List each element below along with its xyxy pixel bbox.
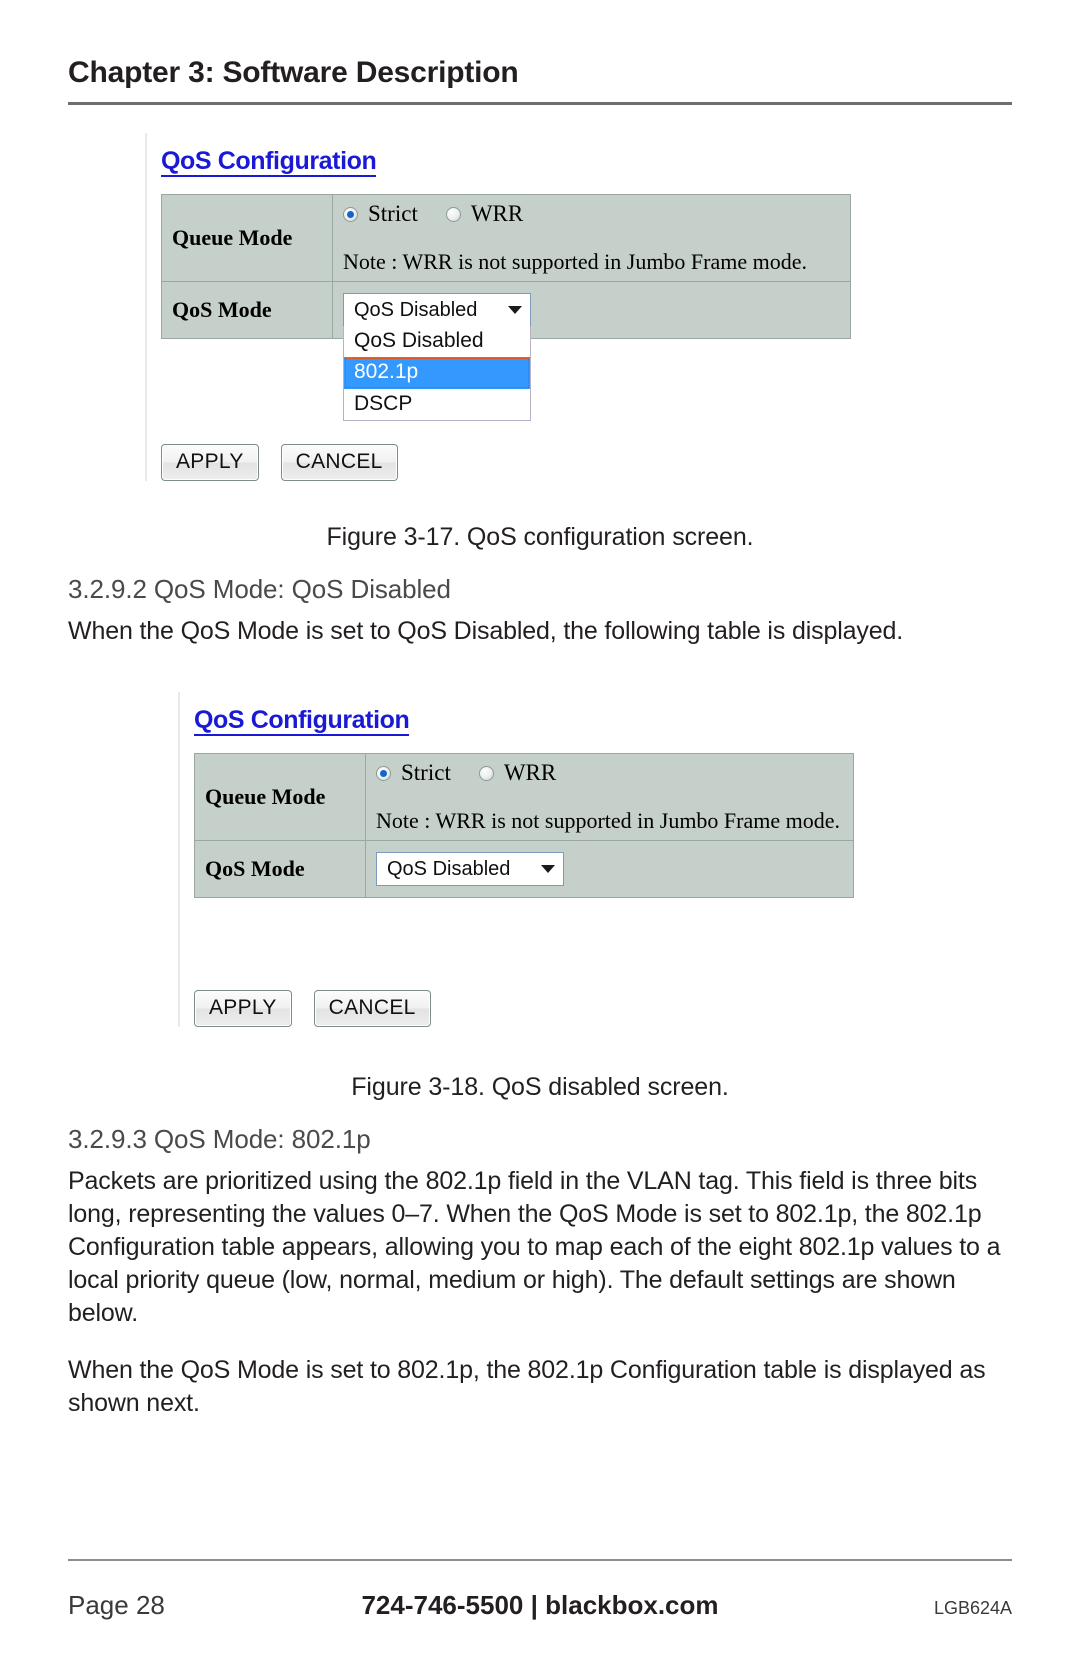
footer-separator: | xyxy=(530,1590,538,1620)
cancel-button-2[interactable]: CANCEL xyxy=(313,990,431,1027)
radio-wrr-icon-1[interactable] xyxy=(445,206,461,222)
section-3-2-9-3-paragraph-2: When the QoS Mode is set to 802.1p, the … xyxy=(68,1356,986,1417)
figure-3-17-caption: Figure 3-17. QoS configuration screen. xyxy=(326,523,754,551)
figure-3-18-caption: Figure 3-18. QoS disabled screen. xyxy=(351,1073,729,1101)
qos-configuration-title-2: QoS Configuration xyxy=(194,706,410,736)
queue-mode-note-2: Note : WRR is not supported in Jumbo Fra… xyxy=(376,808,841,833)
cancel-button-1[interactable]: CANCEL xyxy=(280,444,398,481)
radio-wrr-icon-2[interactable] xyxy=(478,765,494,781)
section-3-2-9-2-paragraph: When the QoS Mode is set to QoS Disabled… xyxy=(68,617,904,645)
chapter-heading: Chapter 3: Software Description xyxy=(68,56,519,89)
radio-strict-icon-2[interactable] xyxy=(376,765,391,781)
footer-phone: 724-746-5500 xyxy=(361,1590,524,1620)
queue-mode-value-1: Strict WRR Note : WRR is not supported i… xyxy=(332,194,851,282)
dropdown-option-qos-disabled[interactable]: QoS Disabled xyxy=(344,326,530,357)
footer-divider xyxy=(68,1559,1012,1561)
dropdown-option-8021p[interactable]: 802.1p xyxy=(344,357,530,389)
queue-mode-note-1: Note : WRR is not supported in Jumbo Fra… xyxy=(343,249,808,274)
figure-2-button-row: APPLY CANCEL xyxy=(194,990,968,1027)
qos-mode-selected-value-1: QoS Disabled xyxy=(354,298,478,321)
qos-config-table-2: Queue Mode Strict WRR Note : WRR is not … xyxy=(194,753,854,898)
figure-1-button-row: APPLY CANCEL xyxy=(161,444,935,481)
apply-button-1[interactable]: APPLY xyxy=(161,444,259,481)
table-row-qos-mode-1: QoS Mode QoS Disabled QoS Disabled 802.1… xyxy=(161,281,851,421)
figure-3-18-screenshot: QoS Configuration Queue Mode Strict WRR … xyxy=(178,692,968,1027)
queue-mode-label-1: Queue Mode xyxy=(161,194,333,282)
chevron-down-icon-1[interactable] xyxy=(508,306,522,314)
dropdown-option-dscp[interactable]: DSCP xyxy=(344,389,530,420)
qos-mode-label-2: QoS Mode xyxy=(194,840,366,898)
footer-page-number: Page 28 xyxy=(68,1590,165,1620)
qos-mode-value-1: QoS Disabled QoS Disabled 802.1p DSCP xyxy=(332,281,851,421)
qos-config-table-1: Queue Mode Strict WRR Note : WRR is not … xyxy=(161,194,851,421)
section-3-2-9-3-heading: 3.2.9.3 QoS Mode: 802.1p xyxy=(68,1124,371,1154)
queue-mode-radio-group-2: Strict WRR xyxy=(376,760,843,786)
header-divider xyxy=(68,102,1012,105)
table-row-queue-mode-1: Queue Mode Strict WRR Note : WRR is not … xyxy=(161,194,851,282)
qos-mode-selected-value-2: QoS Disabled xyxy=(387,857,511,880)
figure-3-17-screenshot: QoS Configuration Queue Mode Strict WRR … xyxy=(145,133,935,481)
section-3-2-9-3-paragraph-1: Packets are prioritized using the 802.1p… xyxy=(68,1167,1001,1327)
footer-contact: 724-746-5500 | blackbox.com xyxy=(288,1590,792,1621)
qos-configuration-title-1: QoS Configuration xyxy=(161,147,377,177)
footer-website: blackbox.com xyxy=(545,1590,719,1620)
queue-mode-label-2: Queue Mode xyxy=(194,753,366,841)
queue-mode-value-2: Strict WRR Note : WRR is not supported i… xyxy=(365,753,854,841)
section-3-2-9-2-heading: 3.2.9.2 QoS Mode: QoS Disabled xyxy=(68,574,451,604)
manual-page: Chapter 3: Software Description QoS Conf… xyxy=(0,0,1080,1669)
qos-mode-select-2[interactable]: QoS Disabled xyxy=(376,852,564,886)
qos-mode-label-1: QoS Mode xyxy=(161,281,333,339)
radio-strict-icon-1[interactable] xyxy=(343,206,358,222)
chevron-down-icon-2[interactable] xyxy=(541,865,555,873)
table-row-queue-mode-2: Queue Mode Strict WRR Note : WRR is not … xyxy=(194,753,854,841)
radio-wrr-label-1[interactable]: WRR xyxy=(471,201,523,227)
qos-mode-dropdown-1[interactable]: QoS Disabled 802.1p DSCP xyxy=(343,326,531,421)
radio-strict-label-2[interactable]: Strict xyxy=(401,760,451,786)
radio-wrr-label-2[interactable]: WRR xyxy=(504,760,556,786)
qos-mode-select-1[interactable]: QoS Disabled QoS Disabled 802.1p DSCP xyxy=(343,293,531,421)
footer-model-number: LGB624A xyxy=(933,1598,1012,1618)
queue-mode-radio-group-1: Strict WRR xyxy=(343,201,840,227)
table-row-qos-mode-2: QoS Mode QoS Disabled xyxy=(194,840,854,898)
apply-button-2[interactable]: APPLY xyxy=(194,990,292,1027)
page-footer: Page 28 724-746-5500 | blackbox.com LGB6… xyxy=(68,1590,1012,1621)
radio-strict-label-1[interactable]: Strict xyxy=(368,201,418,227)
qos-mode-value-2: QoS Disabled xyxy=(365,840,854,898)
